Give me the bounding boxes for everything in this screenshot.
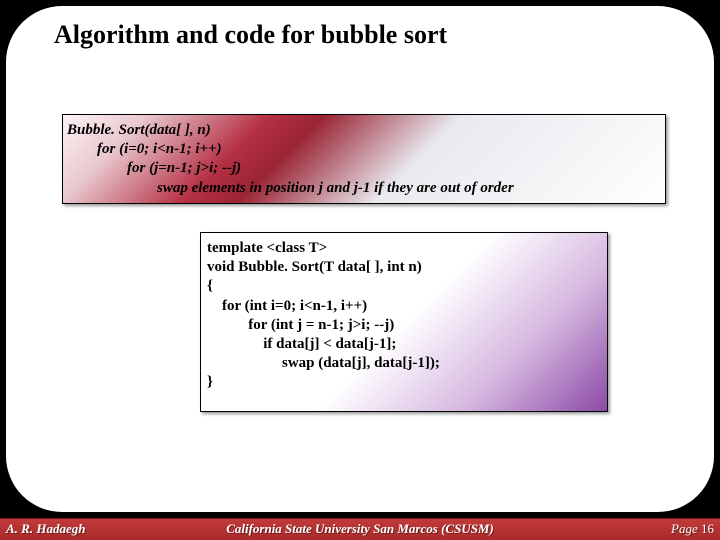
code-line-7: swap (data[j], data[j-1]); <box>207 355 440 371</box>
code-line-2: void Bubble. Sort(T data[ ], int n) <box>207 259 422 275</box>
code-line-5: for (int j = n-1; j>i; --j) <box>207 317 394 333</box>
footer-university: California State University San Marcos (… <box>226 521 494 537</box>
footer-page-label: Page <box>671 521 698 536</box>
pseudocode-box: Bubble. Sort(data[ ], n) for (i=0; i<n-1… <box>62 114 666 204</box>
footer-page: Page 16 <box>671 521 714 537</box>
pseudo-line-2: for (i=0; i<n-1; i++) <box>67 141 222 157</box>
pseudo-line-1: Bubble. Sort(data[ ], n) <box>67 122 211 138</box>
footer-page-number: 16 <box>701 521 714 536</box>
footer-bar: A. R. Hadaegh California State Universit… <box>0 518 720 540</box>
code-line-6: if data[j] < data[j-1]; <box>207 336 396 352</box>
code-line-1: template <class T> <box>207 240 327 256</box>
code-line-3: { <box>207 278 213 294</box>
pseudo-line-4: swap elements in position j and j-1 if t… <box>67 180 514 196</box>
code-box: template <class T> void Bubble. Sort(T d… <box>200 232 608 412</box>
pseudocode-text: Bubble. Sort(data[ ], n) for (i=0; i<n-1… <box>63 115 665 203</box>
pseudo-line-3: for (j=n-1; j>i; --j) <box>67 160 241 176</box>
code-line-8: } <box>207 374 213 390</box>
footer-author: A. R. Hadaegh <box>6 521 85 537</box>
page-title: Algorithm and code for bubble sort <box>54 20 447 50</box>
code-line-4: for (int i=0; i<n-1, i++) <box>207 298 367 314</box>
slide-card: Algorithm and code for bubble sort Bubbl… <box>6 6 714 512</box>
